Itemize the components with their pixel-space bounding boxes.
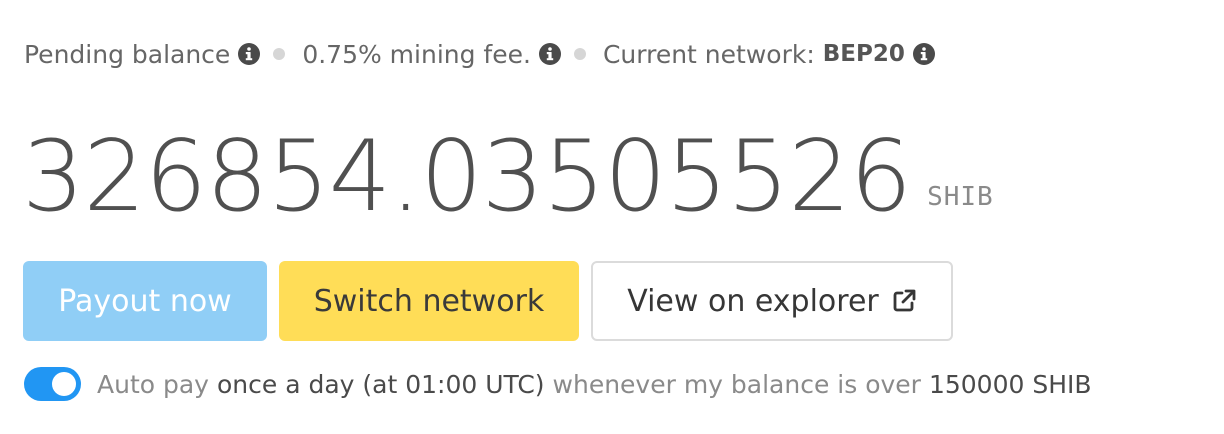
current-network-value: BEP20 bbox=[822, 41, 905, 67]
current-network-label: Current network: bbox=[602, 39, 815, 69]
pending-balance-label: Pending balance bbox=[24, 39, 231, 69]
external-link-icon bbox=[891, 288, 917, 314]
action-buttons: Payout now Switch network View on explor… bbox=[23, 261, 953, 341]
autopay-frequency[interactable]: once a day (at 01:00 UTC) bbox=[217, 370, 545, 399]
switch-network-label: Switch network bbox=[313, 283, 545, 319]
switch-network-button[interactable]: Switch network bbox=[279, 261, 579, 341]
balance-amount: 326854.03505526 bbox=[22, 120, 912, 234]
info-line: Pending balance 0.75% mining fee. Curren… bbox=[24, 36, 935, 72]
payout-now-button[interactable]: Payout now bbox=[23, 261, 267, 341]
toggle-knob bbox=[52, 372, 76, 396]
autopay-threshold[interactable]: 150000 SHIB bbox=[929, 370, 1092, 399]
autopay-condition: whenever my balance is over bbox=[552, 369, 921, 399]
separator-dot bbox=[273, 48, 286, 60]
separator-dot bbox=[573, 48, 586, 60]
payout-now-label: Payout now bbox=[58, 283, 232, 319]
view-on-explorer-label: View on explorer bbox=[627, 283, 879, 319]
autopay-setting: Auto pay once a day (at 01:00 UTC) whene… bbox=[24, 364, 1092, 404]
autopay-toggle[interactable] bbox=[24, 367, 81, 401]
network-info-icon[interactable] bbox=[912, 43, 935, 65]
fee-info-icon[interactable] bbox=[538, 43, 561, 65]
view-on-explorer-button[interactable]: View on explorer bbox=[591, 261, 953, 341]
balance-unit: SHIB bbox=[927, 182, 994, 212]
autopay-prefix: Auto pay bbox=[97, 369, 209, 399]
balance-display: 326854.03505526 SHIB bbox=[22, 96, 994, 226]
mining-fee-label: 0.75% mining fee. bbox=[302, 39, 531, 69]
pending-info-icon[interactable] bbox=[238, 43, 261, 65]
